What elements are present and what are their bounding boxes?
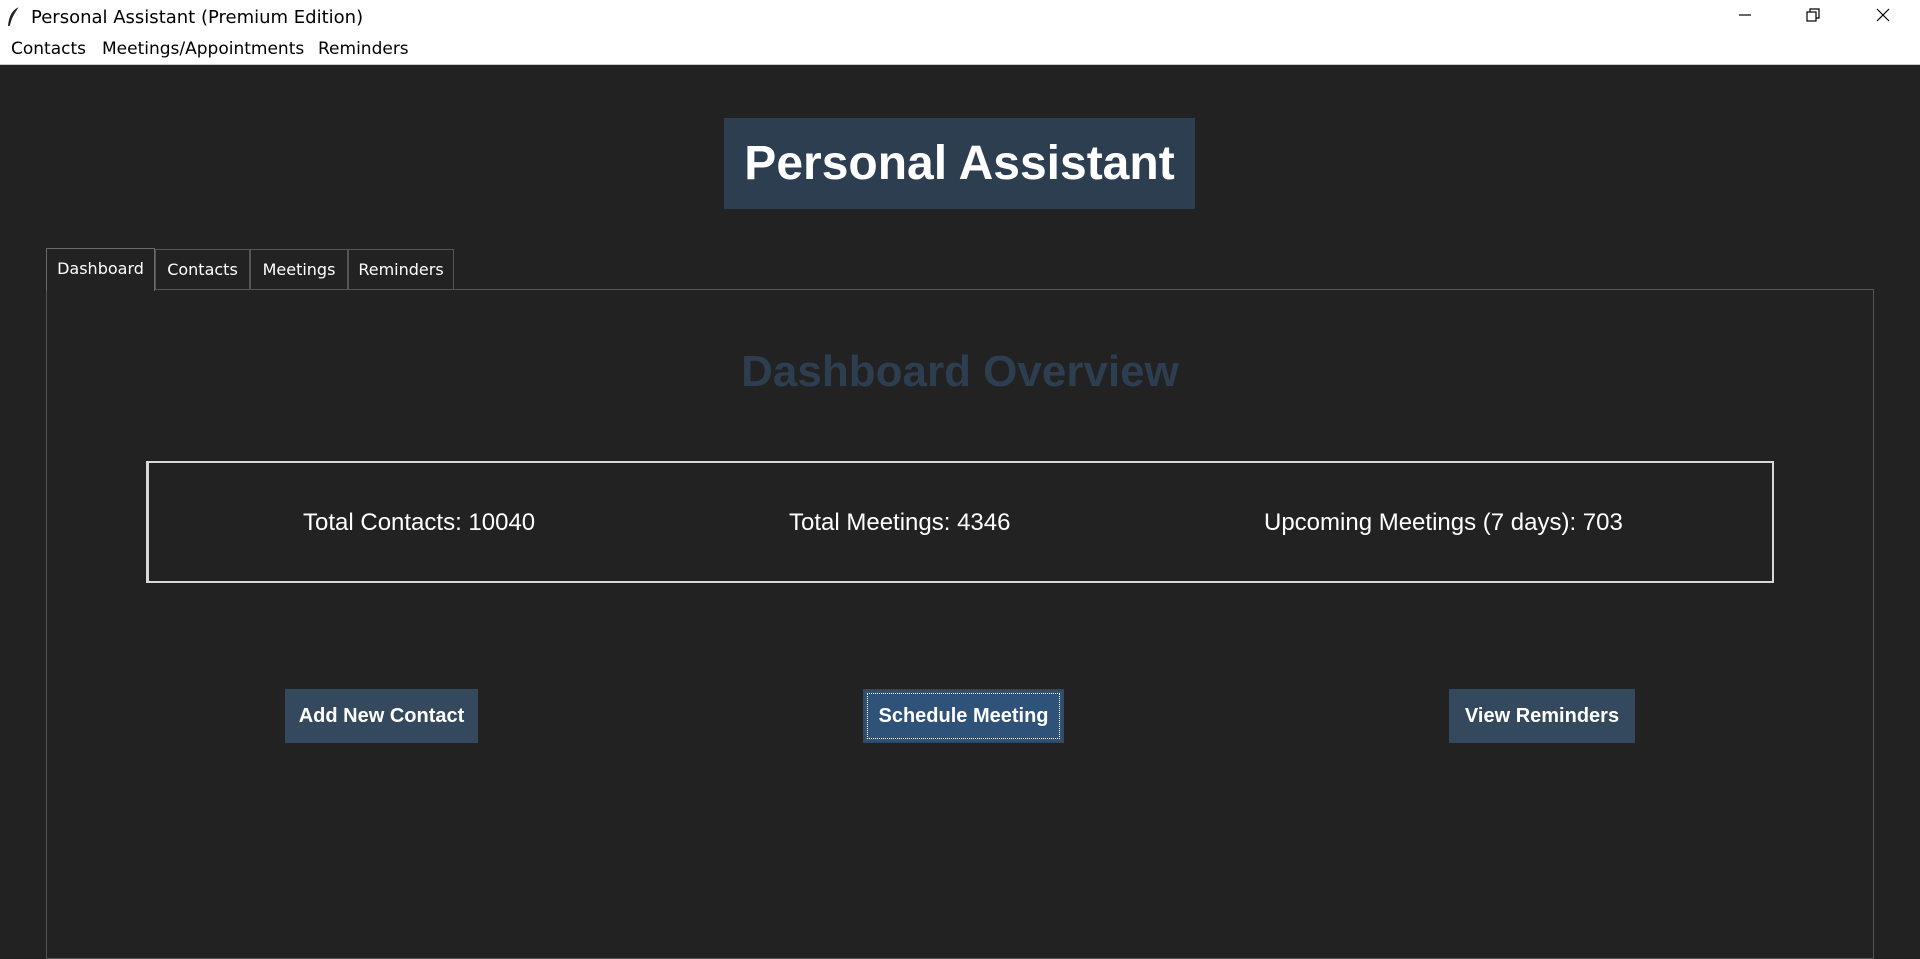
minimize-button[interactable] <box>1710 0 1780 35</box>
restore-button[interactable] <box>1778 0 1848 35</box>
title-bar: Personal Assistant (Premium Edition) <box>0 0 1920 35</box>
menu-bar: Contacts Meetings/Appointments Reminders <box>0 35 1920 65</box>
restore-icon <box>1805 7 1821 28</box>
tab-meetings[interactable]: Meetings <box>250 249 348 289</box>
dashboard-heading: Dashboard Overview <box>741 347 1179 396</box>
app-header-title: Personal Assistant <box>724 118 1195 209</box>
feather-icon <box>6 6 22 28</box>
menu-contacts[interactable]: Contacts <box>11 39 86 59</box>
stat-upcoming-meetings: Upcoming Meetings (7 days): 703 <box>1264 509 1623 536</box>
minimize-icon <box>1737 7 1753 28</box>
close-icon <box>1875 7 1891 28</box>
schedule-meeting-button[interactable]: Schedule Meeting <box>863 689 1064 743</box>
add-new-contact-button[interactable]: Add New Contact <box>285 689 478 743</box>
tab-contacts[interactable]: Contacts <box>155 249 250 289</box>
close-button[interactable] <box>1848 0 1918 35</box>
view-reminders-button[interactable]: View Reminders <box>1449 689 1635 743</box>
stat-total-meetings: Total Meetings: 4346 <box>789 509 1011 536</box>
window-title: Personal Assistant (Premium Edition) <box>31 7 364 28</box>
menu-reminders[interactable]: Reminders <box>318 39 409 59</box>
menu-meetings-appointments[interactable]: Meetings/Appointments <box>102 39 304 59</box>
tab-dashboard[interactable]: Dashboard <box>46 248 155 291</box>
tab-reminders[interactable]: Reminders <box>348 249 454 289</box>
stat-total-contacts: Total Contacts: 10040 <box>303 509 536 536</box>
